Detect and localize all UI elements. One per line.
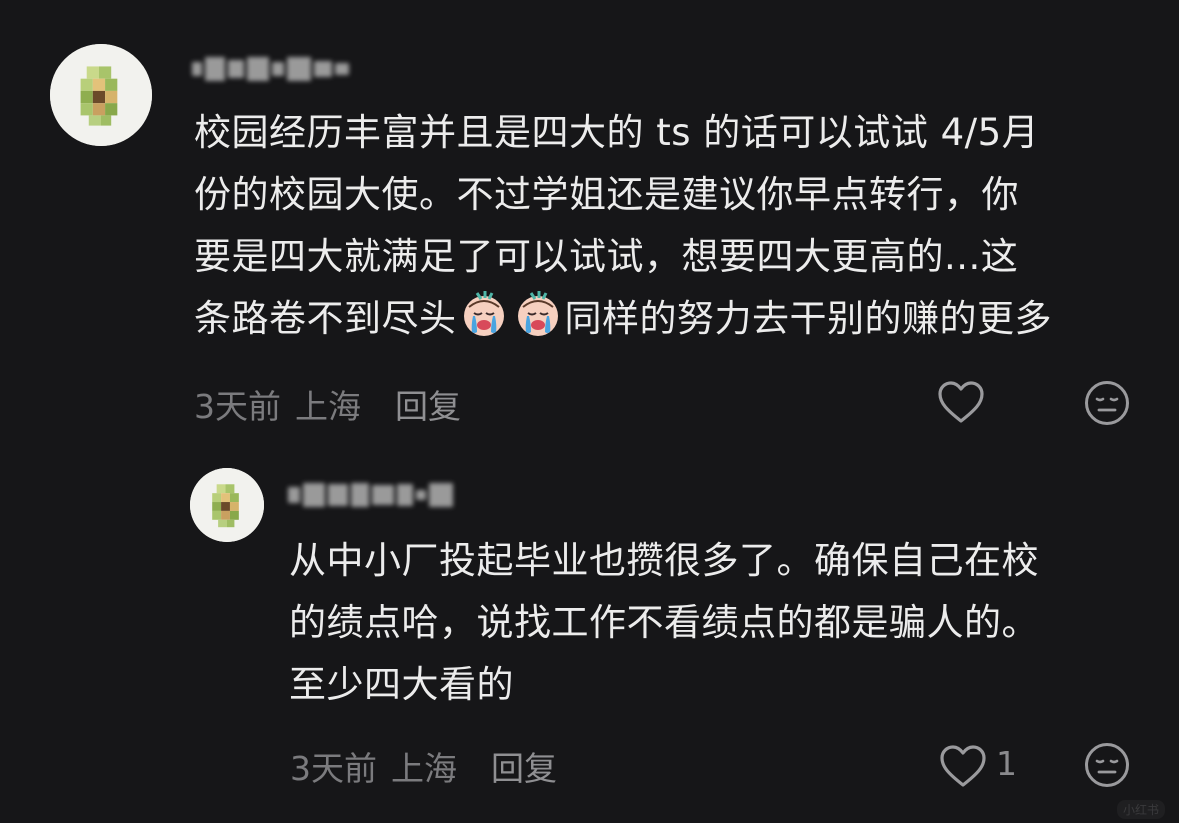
reply-reply-button[interactable]: 回复 xyxy=(491,742,557,790)
crying-face-icon xyxy=(463,291,504,336)
comment-line: 份的校园大使。不过学姐还是建议你早点转行，你 xyxy=(194,173,1019,216)
comment-location: 上海 xyxy=(295,387,361,426)
avatar[interactable] xyxy=(50,44,152,146)
reply-button[interactable]: 回复 xyxy=(395,380,461,428)
username-blurred[interactable] xyxy=(192,56,349,82)
comment-line-text: 条路卷不到尽头 xyxy=(194,297,457,340)
reply-like-heart-icon[interactable] xyxy=(939,744,987,788)
reply-line: 至少四大看的 xyxy=(289,663,514,706)
crying-face-icon xyxy=(517,291,558,336)
reply-line: 从中小厂投起毕业也攒很多了。确保自己在校 xyxy=(289,539,1039,582)
comment-meta: 3天前 上海 回复 xyxy=(194,380,461,428)
dislike-face-icon[interactable] xyxy=(1084,380,1130,426)
comment-line: 条路卷不到尽头 同样的努力去干别的赚的更多 xyxy=(194,288,1154,350)
reply-like-count: 1 xyxy=(996,744,1017,783)
comment-line-text: 同样的努力去干别的赚的更多 xyxy=(564,297,1052,340)
reply-username-blurred[interactable] xyxy=(288,482,453,508)
avocado-avatar-icon xyxy=(190,468,264,542)
like-heart-icon[interactable] xyxy=(937,380,985,424)
reply-line: 的绩点哈，说找工作不看绩点的都是骗人的。 xyxy=(289,601,1039,644)
watermark: 小红书 xyxy=(1116,800,1165,819)
comment-time: 3天前 xyxy=(194,387,281,426)
comment-body: 校园经历丰富并且是四大的 ts 的话可以试试 4/5月 份的校园大使。不过学姐还… xyxy=(194,102,1154,350)
reply-dislike-face-icon[interactable] xyxy=(1084,742,1130,788)
reply-avatar[interactable] xyxy=(190,468,264,542)
avocado-avatar-icon xyxy=(50,44,152,146)
reply-time: 3天前 xyxy=(290,749,377,788)
reply-body: 从中小厂投起毕业也攒很多了。确保自己在校 的绩点哈，说找工作不看绩点的都是骗人的… xyxy=(289,530,1159,716)
reply-meta: 3天前 上海 回复 xyxy=(290,742,557,790)
comment-line: 校园经历丰富并且是四大的 ts 的话可以试试 4/5月 xyxy=(194,111,1040,154)
reply-location: 上海 xyxy=(391,749,457,788)
comment-line: 要是四大就满足了可以试试，想要四大更高的...这 xyxy=(194,235,1019,278)
